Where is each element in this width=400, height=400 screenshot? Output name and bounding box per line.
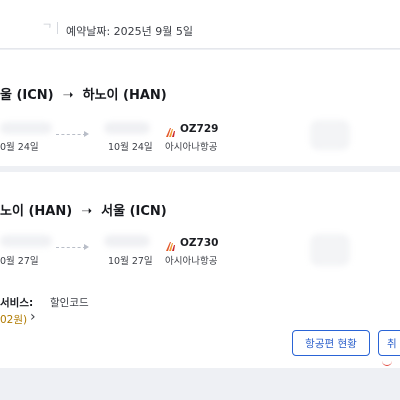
services-label: 서비스: — [0, 297, 34, 309]
return-flight-path — [56, 247, 86, 248]
return-path-arrow — [84, 244, 89, 250]
booking-date: 예약날짜: 2025년 9월 5일 — [66, 25, 194, 38]
outbound-dep-date: 0월 24일 — [0, 142, 39, 153]
outbound-arr-date: 10월 24일 — [108, 142, 153, 153]
services-amount[interactable]: 02원) — [0, 312, 27, 327]
cursor-hint — [382, 359, 392, 366]
ret-arr-time-redacted — [104, 235, 150, 247]
return-flight-number: OZ730 — [180, 237, 219, 249]
return-route-title: 노이 (HAN) ➝ 서울 (ICN) — [0, 204, 167, 219]
flight-status-button[interactable]: 항공편 현황 — [292, 330, 370, 356]
outbound-path-arrow — [84, 131, 89, 137]
booking-header: ᄀ 예약날짜: 2025년 9월 5일 — [0, 0, 400, 49]
masked-name: ᄀ — [42, 22, 53, 35]
arr-time-redacted — [104, 122, 150, 134]
outbound-route-title: 울 (ICN) ➝ 하노이 (HAN) — [0, 88, 167, 103]
outbound-right-redacted — [310, 120, 350, 150]
return-arr-date: 10월 27일 — [108, 256, 153, 267]
cancel-button[interactable]: 취 — [378, 330, 400, 356]
asiana-logo-icon — [165, 123, 176, 137]
services-value: 할인코드 — [50, 297, 89, 309]
return-right-redacted — [310, 234, 350, 266]
header-divider — [57, 22, 58, 34]
dep-time-redacted — [0, 122, 52, 134]
outbound-airline: 아시아나항공 — [165, 142, 218, 153]
chevron-right-icon[interactable]: › — [30, 309, 36, 325]
outbound-flight-card: 울 (ICN) ➝ 하노이 (HAN) 0월 24일 10월 24일 OZ729… — [0, 50, 400, 166]
outbound-flight-path — [56, 134, 86, 135]
ret-dep-time-redacted — [0, 235, 52, 247]
return-dep-date: 0월 27일 — [0, 256, 39, 267]
return-airline: 아시아나항공 — [165, 256, 218, 267]
outbound-flight-number: OZ729 — [180, 123, 219, 135]
return-flight-card: 노이 (HAN) ➝ 서울 (ICN) 0월 27일 10월 27일 OZ730… — [0, 172, 400, 368]
asiana-logo-icon — [165, 237, 176, 251]
